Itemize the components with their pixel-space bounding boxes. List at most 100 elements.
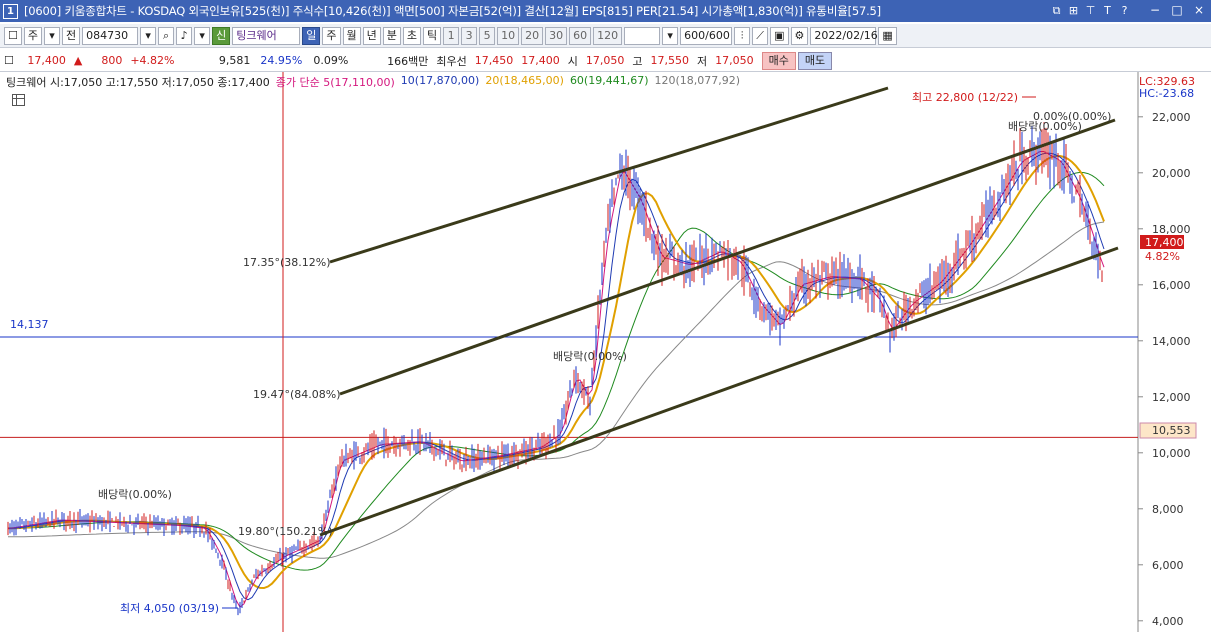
save-icon[interactable]: ▣ [770, 26, 789, 45]
stock-name-field[interactable]: 팅크웨어 [232, 26, 301, 45]
dividend-label-2: 배당락(0.00%) [98, 488, 172, 501]
new-badge: 신 [212, 26, 231, 45]
y-tick-label: 12,000 [1152, 391, 1191, 404]
grid-toggle-icon[interactable] [12, 94, 25, 106]
minimize-button[interactable]: − [1147, 2, 1163, 18]
price-chart[interactable]: 22,000 20,000 18,000 16,000 14,000 12,000 10,0… [0, 72, 1211, 632]
calendar-icon[interactable]: ▦ [878, 26, 897, 45]
low-price: 17,050 [715, 54, 754, 67]
sound-dropdown-icon[interactable]: ▾ [194, 26, 211, 45]
current-price: 17,400 [27, 54, 66, 67]
legend-ma120: 120(18,077,92) [654, 74, 741, 87]
up-arrow-icon: ▲ [73, 54, 83, 67]
candles-group [7, 122, 1103, 616]
best-bid: 17,400 [521, 54, 560, 67]
toolbar: ☐ 주 ▾ 전 084730 ▾ ⌕ ♪ ▾ 신 팅크웨어 일 주 월 년 분 … [0, 24, 1211, 48]
help-icon[interactable]: ? [1118, 3, 1131, 18]
interval-1[interactable]: 1 [443, 26, 460, 45]
sell-button[interactable]: 매도 [797, 51, 833, 70]
price-change: 800 [101, 54, 123, 67]
red-hline-tag: 10,553 [1152, 424, 1191, 437]
volume: 9,581 [218, 54, 251, 67]
sound-icon[interactable]: ♪ [176, 26, 193, 45]
config-icon[interactable]: ☐ [0, 54, 18, 67]
open-price: 17,050 [585, 54, 625, 67]
interval-60[interactable]: 60 [569, 26, 592, 45]
trend-tool-icon[interactable]: ⟋ [752, 26, 769, 45]
ma5-line [7, 151, 1105, 608]
chart-config-icon[interactable]: ☐ [4, 26, 22, 45]
tab-period-tick[interactable]: 틱 [423, 26, 442, 45]
interval-10[interactable]: 10 [497, 26, 520, 45]
y-tick-label: 8,000 [1152, 503, 1184, 516]
title-icons: ⧉ ⊞ ⊤ T ? [1050, 3, 1131, 18]
interval-20[interactable]: 20 [521, 26, 544, 45]
tab-period-month[interactable]: 월 [342, 26, 361, 45]
angle-label-1: 17.35°(38.12%) [243, 256, 331, 269]
price-tag-pct: 4.82% [1145, 250, 1180, 263]
y-tick-label: 14,000 [1152, 335, 1191, 348]
prev-button[interactable]: 전 [62, 26, 81, 45]
y-tick-label: 6,000 [1152, 559, 1184, 572]
dividend-label-4: 0.00%(0.00%) [1033, 110, 1111, 123]
tab-period-minute[interactable]: 분 [382, 26, 401, 45]
stock-code-input[interactable]: 084730 [82, 26, 139, 45]
dropdown-icon[interactable]: ▾ [44, 26, 60, 45]
close-button[interactable]: × [1191, 2, 1207, 18]
trendline-lower [319, 246, 1119, 537]
maximize-button[interactable]: □ [1169, 2, 1185, 18]
rate: 0.09% [313, 54, 349, 67]
grid-icon[interactable]: ⊞ [1067, 3, 1080, 18]
code-dropdown-icon[interactable]: ▾ [140, 26, 157, 45]
y-tick-label: 18,000 [1152, 223, 1191, 236]
turnover-pct: 24.95% [260, 54, 303, 67]
restore-icon[interactable]: ⧉ [1050, 3, 1063, 18]
trendline-middle [339, 118, 1116, 396]
interval-3[interactable]: 3 [461, 26, 478, 45]
title-bar: 1 [0600] 키움종합차트 - KOSDAQ 외국인보유[525(천)] 주… [0, 0, 1211, 22]
chart-canvas[interactable]: 22,000 20,000 18,000 16,000 14,000 12,000 10,0… [0, 72, 1211, 632]
tab-period-week[interactable]: 주 [322, 26, 341, 45]
text-icon[interactable]: T [1101, 3, 1114, 18]
data-count-input[interactable]: 600/600 [680, 26, 733, 45]
candle-type-icon[interactable]: ⫶ [734, 26, 751, 45]
period-select[interactable]: 주 [23, 26, 42, 45]
buy-button[interactable]: 매수 [761, 51, 796, 70]
window-number[interactable]: 1 [3, 3, 18, 19]
interval-5[interactable]: 5 [479, 26, 496, 45]
y-tick-label: 20,000 [1152, 167, 1191, 180]
hc-label: HC:-23.68 [1139, 87, 1194, 100]
search-icon[interactable]: ⌕ [158, 26, 175, 45]
kiwoom-chart-window: 1 [0600] 키움종합차트 - KOSDAQ 외국인보유[525(천)] 주… [0, 0, 1211, 632]
trade-amount: 166백만 [387, 54, 429, 68]
date-input[interactable]: 2022/02/16 [810, 26, 878, 45]
window-controls: − □ × [1147, 2, 1207, 18]
legend-ma5: 종가 단순 5(17,110,00) [275, 76, 395, 89]
angle-label-3: 19.80°(150.21%) [238, 525, 333, 538]
interval-30[interactable]: 30 [545, 26, 568, 45]
ma60-line [8, 171, 1105, 571]
interval-custom-input[interactable] [624, 26, 661, 45]
series-group [7, 151, 1105, 608]
legend-candle: 팅크웨어 시:17,050 고:17,550 저:17,050 종:17,400 [6, 76, 270, 89]
y-tick-label: 4,000 [1152, 615, 1184, 628]
y-tick-label: 22,000 [1152, 111, 1191, 124]
low-annotation: 최저 4,050 (03/19) [120, 602, 219, 615]
interval-120[interactable]: 120 [593, 26, 623, 45]
interval-dropdown-icon[interactable]: ▾ [662, 26, 679, 45]
pin-icon[interactable]: ⊤ [1084, 3, 1097, 18]
blue-hline-label: 14,137 [10, 318, 49, 331]
legend-ma10: 10(17,870,00) [400, 74, 480, 87]
price-change-pct: +4.82% [130, 54, 175, 67]
settings-gear-icon[interactable]: ⚙ [790, 26, 809, 45]
tab-period-year[interactable]: 년 [362, 26, 381, 45]
tab-period-second[interactable]: 초 [402, 26, 421, 45]
best-ask-label: 최우선 [436, 54, 467, 68]
tab-period-day[interactable]: 일 [302, 26, 321, 45]
high-annotation: 최고 22,800 (12/22) [912, 91, 1018, 104]
angle-label-2: 19.47°(84.08%) [253, 388, 341, 401]
dividend-label-1: 배당락(0.00%) [553, 350, 627, 363]
y-tick-label: 16,000 [1152, 279, 1191, 292]
y-axis-ticks: 22,000 20,000 18,000 16,000 14,000 12,000 10,0… [1138, 111, 1191, 628]
chart-legend: 팅크웨어 시:17,050 고:17,550 저:17,050 종:17,400… [6, 74, 740, 90]
